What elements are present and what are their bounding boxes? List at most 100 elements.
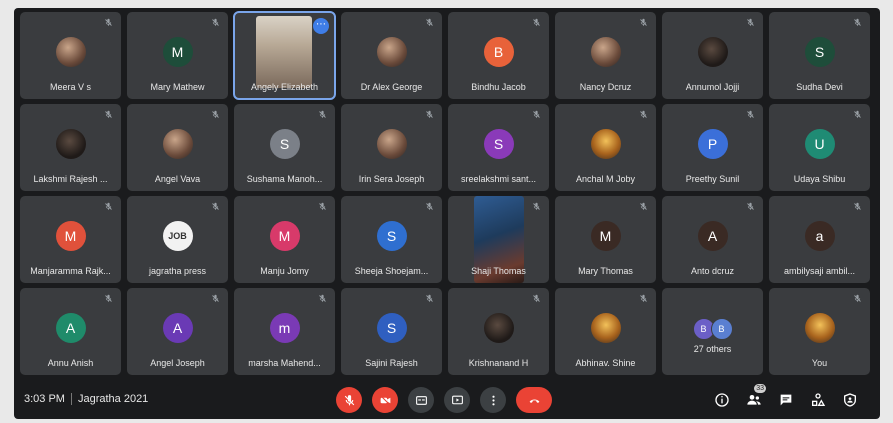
avatar: P — [697, 129, 728, 159]
participant-name: Preethy Sunil — [685, 174, 740, 184]
participant-tile[interactable]: A Anto dcruz — [662, 196, 763, 283]
mic-off-icon — [532, 294, 541, 303]
avatar — [590, 129, 621, 159]
participant-name: Sheeja Shoejam... — [354, 266, 429, 276]
participant-tile[interactable]: Ssreelakshmi sant... — [448, 104, 549, 191]
participant-tile[interactable]: M Manju Jomy — [234, 196, 335, 283]
participant-tile[interactable]: S Sajini Rajesh — [341, 288, 442, 375]
meeting-details: 3:03 PM Jagratha 2021 — [24, 393, 148, 406]
participant-name: Irin Sera Joseph — [358, 174, 425, 184]
participant-tile[interactable]: ⋯ Angely Elizabeth — [233, 11, 336, 100]
participant-grid: Meera V s M Mary Mathew ⋯ Angely Elizabeth Dr… — [20, 11, 876, 380]
participant-name: Angely Elizabeth — [250, 82, 319, 92]
host-controls-icon[interactable] — [842, 392, 858, 408]
others-avatars: BB — [692, 318, 733, 340]
mic-off-icon — [639, 202, 648, 211]
participant-tile[interactable]: Dr Alex George — [341, 12, 442, 99]
mic-off-icon — [532, 110, 541, 119]
mic-off-icon — [746, 202, 755, 211]
participant-tile[interactable]: M Mary Mathew — [127, 12, 228, 99]
participant-name: Sudha Devi — [796, 82, 843, 92]
info-icon[interactable] — [714, 392, 730, 408]
participant-tile[interactable]: A Annu Anish — [20, 288, 121, 375]
participant-name: You — [811, 358, 828, 368]
participant-tile[interactable]: M Manjaramma Rajk... — [20, 196, 121, 283]
participant-tile[interactable]: Anchal M Joby — [555, 104, 656, 191]
participant-name: Annumol Jojji — [685, 82, 740, 92]
more-participants-tile[interactable]: B B 27 others — [662, 288, 763, 375]
avatar: M — [590, 221, 621, 251]
more-vert-icon[interactable] — [480, 387, 506, 413]
participant-tile[interactable]: Krishnanand H — [448, 288, 549, 375]
mic-off-icon — [104, 110, 113, 119]
participant-tile[interactable]: S Sushama Manoh... — [234, 104, 335, 191]
mic-off-icon — [211, 110, 220, 119]
participant-name: Mary Thomas — [578, 266, 633, 276]
avatar — [376, 37, 407, 67]
mic-off-icon — [853, 294, 862, 303]
participant-name: Lakshmi Rajesh ... — [33, 174, 108, 184]
mic-off-icon — [318, 294, 327, 303]
participant-tile[interactable]: Meera V s — [20, 12, 121, 99]
participant-name: Anto dcruz — [690, 266, 735, 276]
participant-tile[interactable]: JOB jagratha press — [127, 196, 228, 283]
participant-tile[interactable]: M Mary Thomas — [555, 196, 656, 283]
participant-tile[interactable]: You — [769, 288, 870, 375]
avatar: S — [269, 129, 300, 159]
participant-tile[interactable]: Irin Sera Joseph — [341, 104, 442, 191]
participant-name: Udaya Shibu — [793, 174, 846, 184]
mic-off-icon — [425, 110, 434, 119]
participant-tile[interactable]: S Sheeja Shoejam... — [341, 196, 442, 283]
mic-off-icon — [639, 294, 648, 303]
avatar: B — [483, 37, 514, 67]
call-end-icon[interactable] — [516, 387, 552, 413]
avatar: B — [710, 318, 733, 340]
participant-name: Krishnanand H — [468, 358, 529, 368]
participant-tile[interactable]: B Bindhu Jacob — [448, 12, 549, 99]
participant-tile[interactable]: m marsha Mahend... — [234, 288, 335, 375]
participant-name: jagratha press — [148, 266, 207, 276]
captions-icon[interactable] — [408, 387, 434, 413]
participant-tile[interactable]: Lakshmi Rajesh ... — [20, 104, 121, 191]
mic-off-icon — [211, 18, 220, 27]
people-icon[interactable]: 33 — [746, 384, 766, 408]
participant-name: Annu Anish — [47, 358, 94, 368]
mic-off-icon — [746, 110, 755, 119]
activities-icon[interactable] — [810, 392, 826, 408]
participant-name: Mary Mathew — [150, 82, 205, 92]
participant-tile[interactable]: Angel Vava — [127, 104, 228, 191]
divider — [70, 393, 72, 406]
participant-tile[interactable]: Annumol Jojji — [662, 12, 763, 99]
participant-name: Manju Jomy — [260, 266, 309, 276]
tile-options-icon[interactable]: ⋯ — [313, 18, 329, 34]
people-count-badge: 33 — [754, 384, 766, 393]
participant-tile[interactable]: A Angel Joseph — [127, 288, 228, 375]
participant-tile[interactable]: P Preethy Sunil — [662, 104, 763, 191]
clock-time: 3:03 PM — [24, 393, 65, 405]
chat-icon[interactable] — [778, 392, 794, 408]
camera-off-icon[interactable] — [372, 387, 398, 413]
participant-tile[interactable]: Abhinav. Shine — [555, 288, 656, 375]
participant-name: Anchal M Joby — [575, 174, 636, 184]
participant-tile[interactable]: Nancy Dcruz — [555, 12, 656, 99]
mic-off-icon[interactable] — [336, 387, 362, 413]
mic-off-icon — [104, 202, 113, 211]
participant-tile[interactable]: U Udaya Shibu — [769, 104, 870, 191]
participant-name: Meera V s — [49, 82, 91, 92]
mic-off-icon — [104, 18, 113, 27]
participant-video — [256, 16, 312, 88]
participant-tile[interactable]: a ambilysaji ambil... — [769, 196, 870, 283]
mic-off-icon — [639, 18, 648, 27]
mic-off-icon — [853, 18, 862, 27]
bottom-bar: 3:03 PM Jagratha 2021 33 — [14, 382, 880, 419]
avatar: a — [804, 221, 835, 251]
participant-name: Abhinav. Shine — [575, 358, 636, 368]
participant-tile[interactable]: S Sudha Devi — [769, 12, 870, 99]
avatar — [804, 313, 835, 343]
avatar: A — [697, 221, 728, 251]
present-icon[interactable] — [444, 387, 470, 413]
participant-tile[interactable]: Shaji Thomas — [448, 196, 549, 283]
participant-name: Dr Alex George — [360, 82, 423, 92]
avatar: S — [376, 313, 407, 343]
mic-off-icon — [853, 110, 862, 119]
